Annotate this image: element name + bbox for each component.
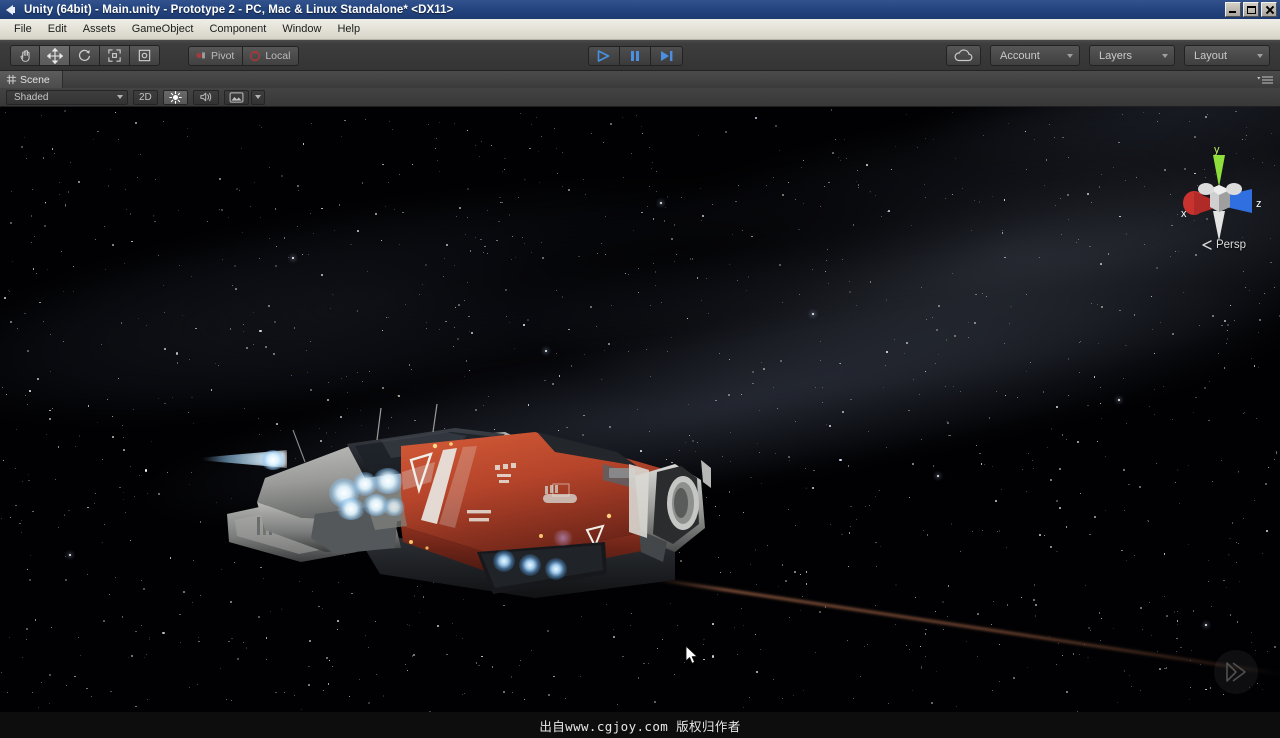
play-controls-group (588, 40, 683, 71)
step-icon (660, 50, 672, 61)
draw-mode-dropdown[interactable]: Shaded (6, 89, 128, 105)
perspective-icon (1202, 240, 1212, 250)
menu-edit[interactable]: Edit (40, 21, 75, 37)
window-title: Unity (64bit) - Main.unity - Prototype 2… (24, 3, 454, 16)
sun-icon (168, 90, 182, 104)
effects-dropdown[interactable] (250, 89, 265, 105)
menu-window[interactable]: Window (274, 21, 329, 37)
tab-scene[interactable]: Scene (0, 71, 63, 88)
gizmo-axis-y-label: y (1214, 145, 1220, 156)
pause-icon (631, 50, 639, 61)
gizmo-axis-x-label: x (1181, 208, 1187, 220)
close-button[interactable] (1261, 2, 1277, 17)
transform-tools-group (10, 40, 160, 71)
pivot-label: Pivot (211, 49, 235, 62)
menu-file[interactable]: File (6, 21, 40, 37)
minimize-button[interactable] (1225, 2, 1241, 17)
account-label: Account (1000, 49, 1040, 62)
2d-toggle[interactable]: 2D (133, 89, 158, 105)
audio-toggle[interactable] (192, 89, 219, 105)
right-toolbar-group: Account Layers Layout (946, 40, 1270, 71)
image-effects-icon (229, 91, 244, 103)
pivot-icon (196, 52, 205, 59)
projection-label: Persp (1215, 239, 1246, 251)
chevron-down-icon (117, 95, 123, 99)
menu-component[interactable]: Component (201, 21, 274, 37)
menu-assets[interactable]: Assets (75, 21, 124, 37)
scene-view-toolbar: Shaded 2D (0, 88, 1280, 122)
layers-label: Layers (1099, 49, 1133, 62)
rect-tool[interactable] (130, 45, 160, 66)
chevron-down-icon (254, 95, 261, 99)
speaker-icon (200, 92, 212, 102)
scene-axis-gizmo[interactable]: x y z (1164, 145, 1274, 253)
scale-tool[interactable] (100, 45, 130, 66)
unity-toolbar: Pivot Local Account Layers Layout (0, 40, 1280, 71)
menu-help[interactable]: Help (329, 21, 368, 37)
unity-speaker-icon (4, 3, 20, 17)
lighting-toggle[interactable] (162, 89, 188, 105)
menu-gameobject[interactable]: GameObject (124, 21, 202, 37)
play-button[interactable] (588, 45, 620, 66)
layout-dropdown[interactable]: Layout (1184, 45, 1270, 66)
layout-label: Layout (1194, 49, 1228, 62)
chevron-down-icon (1162, 53, 1168, 58)
pivot-group: Pivot Local (188, 40, 300, 71)
panel-tab-row: Scene (0, 71, 1280, 88)
panel-options-icon[interactable] (1256, 75, 1274, 84)
unity-editor-window: Unity (64bit) - Main.unity - Prototype 2… (0, 0, 1280, 738)
rotate-tool[interactable] (70, 45, 100, 66)
cloud-services-button[interactable] (946, 45, 981, 66)
footer-watermark-bar: 出自www.cgjoy.com 版权归作者 (0, 712, 1280, 738)
local-label: Local (265, 49, 291, 62)
window-controls (1225, 2, 1277, 17)
chevron-down-icon (1257, 53, 1263, 58)
hand-tool[interactable] (10, 45, 40, 66)
local-button[interactable]: Local (243, 45, 300, 66)
tab-scene-label: Scene (20, 73, 50, 86)
cgjoy-play-logo (1214, 650, 1258, 694)
effects-toggle[interactable] (223, 89, 249, 105)
mouse-pointer-icon (685, 645, 699, 665)
local-rotation-icon (250, 50, 261, 61)
title-bar: Unity (64bit) - Main.unity - Prototype 2… (0, 0, 1280, 19)
projection-indicator[interactable]: Persp (1201, 239, 1246, 251)
gizmo-axis-z-label: z (1256, 198, 1262, 210)
layers-dropdown[interactable]: Layers (1089, 45, 1175, 66)
play-icon (597, 49, 610, 62)
move-tool[interactable] (40, 45, 70, 66)
pivot-button[interactable]: Pivot (188, 45, 244, 66)
scene-viewport[interactable]: x y z Persp (0, 107, 1280, 712)
account-dropdown[interactable]: Account (990, 45, 1080, 66)
cloud-icon (954, 49, 973, 62)
scene-grid-icon (6, 74, 17, 85)
spaceship-model[interactable] (203, 402, 715, 617)
step-button[interactable] (651, 45, 683, 66)
scene-panel: Scene Shaded 2D x y z Persp (0, 71, 1280, 712)
restore-button[interactable] (1243, 2, 1259, 17)
chevron-down-icon (1067, 53, 1073, 58)
pause-button[interactable] (620, 45, 651, 66)
draw-mode-label: Shaded (14, 91, 49, 103)
menu-bar: File Edit Assets GameObject Component Wi… (0, 19, 1280, 40)
footer-watermark-text: 出自www.cgjoy.com 版权归作者 (539, 718, 741, 734)
